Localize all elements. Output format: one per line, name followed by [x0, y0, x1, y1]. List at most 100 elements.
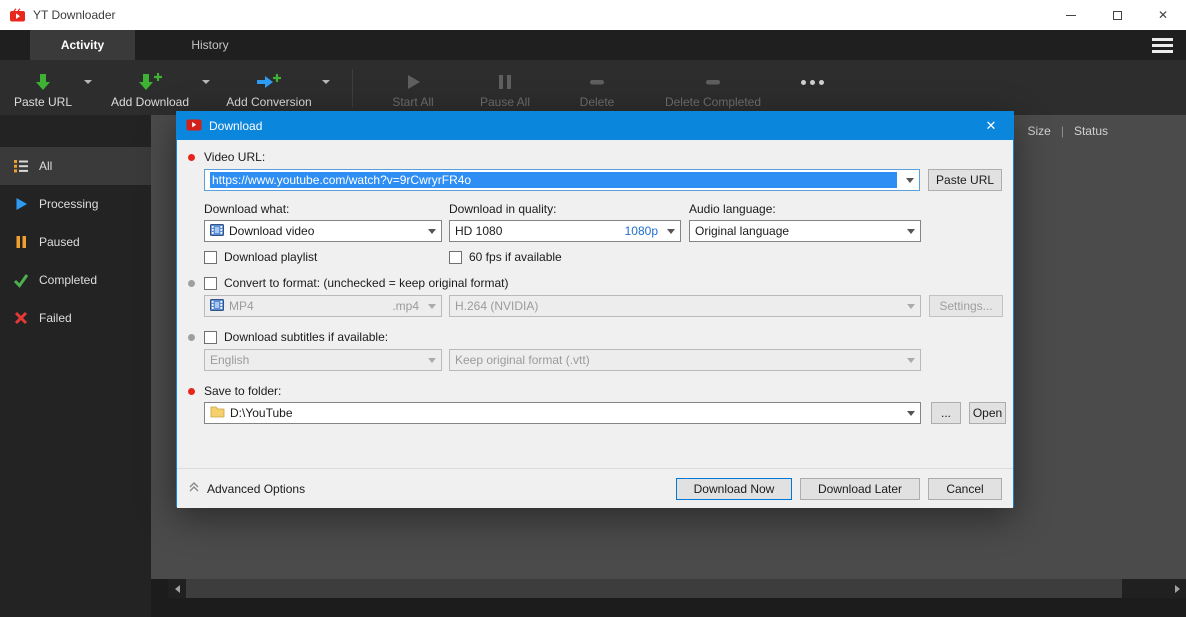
download-what-select[interactable]: Download video [204, 220, 442, 242]
save-folder-label: Save to folder: [204, 384, 282, 398]
sidebar-item-completed[interactable]: Completed [0, 261, 151, 299]
horizontal-scrollbar[interactable] [168, 579, 1186, 598]
sidebar-item-all[interactable]: All [0, 147, 151, 185]
format-dropdown-icon [428, 303, 436, 309]
pause-all-icon [497, 70, 513, 92]
cancel-button[interactable]: Cancel [928, 477, 1002, 500]
add-conversion-icon [256, 70, 282, 92]
save-folder-select[interactable]: D:\YouTube [204, 402, 921, 424]
subtitle-language-dropdown-icon [428, 357, 436, 363]
completed-check-icon [13, 272, 29, 288]
save-folder-dropdown-icon[interactable] [907, 410, 915, 416]
delete-button: Delete [551, 67, 643, 109]
add-conversion-button[interactable]: Add Conversion [218, 67, 320, 109]
open-folder-button[interactable]: Open [969, 402, 1006, 424]
minimize-icon [1066, 14, 1076, 16]
download-what-value: Download video [229, 224, 315, 238]
column-header-status[interactable]: Status [1074, 124, 1108, 138]
format-extension: .mp4 [392, 299, 419, 313]
titlebar: YT Downloader ✕ [0, 0, 1186, 30]
more-options-icon[interactable] [801, 80, 824, 85]
tab-activity[interactable]: Activity [30, 30, 135, 60]
codec-value: H.264 (NVIDIA) [455, 299, 539, 313]
sidebar-item-paused[interactable]: Paused [0, 223, 151, 261]
download-what-dropdown-icon[interactable] [428, 228, 436, 234]
dialog-close-icon[interactable]: ✕ [978, 118, 1004, 134]
checkbox-icon [449, 250, 462, 264]
audio-language-select[interactable]: Original language [689, 220, 921, 242]
checkbox-icon [204, 250, 217, 264]
advanced-options-toggle[interactable]: Advanced Options [188, 481, 305, 496]
delete-label: Delete [579, 94, 615, 109]
convert-combos-row: MP4 .mp4 H.264 (NVIDIA) Settings... [204, 295, 1003, 317]
dialog-footer: Advanced Options Download Now Download L… [177, 468, 1013, 508]
tabbar: Activity History [0, 30, 1186, 60]
options-combos-row: Download video HD 1080 1080p Original la… [204, 220, 1002, 242]
paste-url-label: Paste URL [13, 94, 73, 109]
video-file-icon [210, 298, 224, 315]
dialog-body: Video URL: https://www.youtube.com/watch… [177, 140, 1013, 508]
sidebar-completed-label: Completed [39, 273, 98, 287]
fps-checkbox[interactable]: 60 fps if available [449, 250, 562, 264]
scrollbar-thumb[interactable] [186, 579, 1122, 598]
video-url-dropdown-icon[interactable] [906, 177, 915, 183]
download-now-button[interactable]: Download Now [676, 477, 792, 500]
required-dot-icon [188, 387, 195, 395]
advanced-options-label: Advanced Options [207, 481, 306, 496]
subtitles-checkbox[interactable]: Download subtitles if available: [204, 330, 388, 344]
format-value: MP4 [229, 299, 254, 313]
add-conversion-dropdown-icon[interactable] [322, 79, 330, 84]
sidebar-item-failed[interactable]: Failed [0, 299, 151, 337]
video-url-input[interactable]: https://www.youtube.com/watch?v=9rCwryrF… [204, 169, 921, 191]
paste-url-dropdown-icon[interactable] [84, 79, 92, 84]
all-list-icon [13, 158, 29, 174]
subtitle-format-dropdown-icon [907, 357, 915, 363]
quality-select[interactable]: HD 1080 1080p [449, 220, 681, 242]
video-url-row: https://www.youtube.com/watch?v=9rCwryrF… [204, 168, 1002, 192]
scroll-left-icon[interactable] [168, 579, 186, 598]
save-folder-label-row: Save to folder: [188, 384, 1002, 398]
maximize-icon [1112, 10, 1122, 20]
optional-dot-icon [188, 279, 195, 287]
save-folder-value: D:\YouTube [230, 406, 293, 420]
settings-button: Settings... [929, 295, 1003, 317]
toolbar: Paste URL Add Download Add Conversion St… [0, 60, 1186, 115]
checkbox-icon [204, 330, 217, 344]
failed-x-icon [13, 310, 29, 326]
tab-history[interactable]: History [135, 30, 285, 60]
close-button[interactable]: ✕ [1140, 0, 1186, 30]
convert-checkbox[interactable]: Convert to format: (unchecked = keep ori… [204, 276, 508, 290]
paste-url-icon [33, 70, 53, 92]
scroll-right-icon[interactable] [1168, 579, 1186, 598]
dialog-titlebar: Download ✕ [177, 112, 1013, 140]
download-what-label: Download what: [204, 202, 290, 216]
column-header-size[interactable]: Size [1028, 124, 1051, 138]
dialog-paste-url-button[interactable]: Paste URL [928, 169, 1002, 191]
codec-select: H.264 (NVIDIA) [449, 295, 921, 317]
add-download-dropdown-icon[interactable] [202, 79, 210, 84]
checkbox-icon [204, 276, 217, 290]
download-later-button[interactable]: Download Later [800, 477, 920, 500]
add-download-button[interactable]: Add Download [100, 67, 200, 109]
codec-dropdown-icon [907, 303, 915, 309]
paste-url-button[interactable]: Paste URL [4, 67, 82, 109]
quality-dropdown-icon[interactable] [667, 228, 675, 234]
chevron-up-icon [188, 481, 200, 496]
scrollbar-track[interactable] [186, 579, 1168, 598]
format-select: MP4 .mp4 [204, 295, 442, 317]
audio-language-dropdown-icon[interactable] [907, 228, 915, 234]
browse-folder-button[interactable]: ... [931, 402, 961, 424]
dialog-app-icon [186, 118, 202, 134]
start-all-label: Start All [392, 94, 434, 109]
download-dialog: Download ✕ Video URL: https://www.youtub… [176, 111, 1014, 508]
subtitle-language-select: English [204, 349, 442, 371]
minimize-button[interactable] [1048, 0, 1094, 30]
download-playlist-checkbox[interactable]: Download playlist [204, 250, 317, 264]
close-icon: ✕ [1157, 8, 1169, 22]
maximize-button[interactable] [1094, 0, 1140, 30]
subtitles-combos-row: English Keep original format (.vtt) [204, 349, 1002, 371]
menu-icon[interactable] [1152, 38, 1173, 53]
sidebar-item-processing[interactable]: Processing [0, 185, 151, 223]
start-all-icon [404, 70, 422, 92]
paused-icon [13, 234, 29, 250]
